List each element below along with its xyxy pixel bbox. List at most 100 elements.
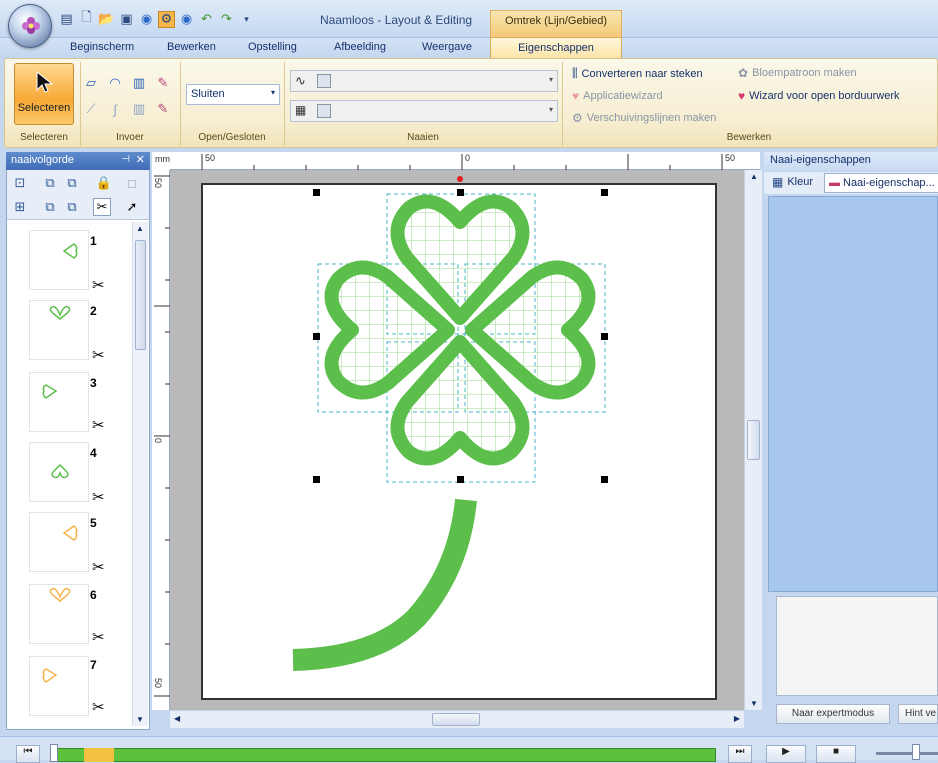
go-to-start-button[interactable]: ⏮ [16,745,40,763]
tab-weergave[interactable]: Weergave [422,41,472,53]
brush-input-icon[interactable]: ✎ [154,100,172,118]
open-closed-select[interactable]: Sluiten ▾ [186,84,280,105]
ruler-label: 50 [153,678,163,689]
scroll-down-icon[interactable]: ▼ [136,715,144,724]
merge-icon[interactable]: ⧉ [41,198,59,216]
scroll-up-icon[interactable]: ▲ [750,172,758,181]
line-sew-type-select[interactable]: ∿ ▾ [290,70,558,92]
applique-wizard-label: Applicatiewizard [583,90,663,102]
sewing-order-item[interactable] [29,584,89,644]
pointer-icon[interactable]: ➚ [123,198,141,216]
canvas-vertical-scrollbar[interactable]: ▲ ▼ [744,170,762,710]
canvas-horizontal-scrollbar[interactable]: ◀ ▶ [170,710,744,728]
curve-input-icon[interactable]: ◠ [106,74,124,92]
scrollbar-thumb[interactable] [747,420,760,460]
frame-icon[interactable]: ⊡ [11,174,29,192]
close-icon[interactable]: ✕ [136,153,145,166]
lock-icon[interactable]: 🔒 [95,174,113,192]
tab-afbeelding[interactable]: Afbeelding [334,41,386,53]
scissors-icon[interactable]: ✂ [93,198,111,216]
open-embroidery-wizard-button[interactable]: ♥ Wizard voor open borduurwerk [738,89,900,103]
expert-mode-button[interactable]: Naar expertmodus [776,704,890,724]
hint-area [776,596,938,696]
split-icon[interactable]: ⧉ [63,198,81,216]
scroll-right-icon[interactable]: ▶ [734,714,740,723]
chevron-down-icon: ▾ [270,88,275,97]
spline-input-icon[interactable]: ∫ [106,100,124,118]
scrollbar-thumb[interactable] [432,713,480,726]
open-embroidery-wizard-label: Wizard voor open borduurwerk [749,90,900,102]
polygon-input-icon[interactable]: ▱ [82,74,100,92]
ungroup-icon[interactable]: ⧉ [63,174,81,192]
hint-button[interactable]: Hint ve [898,704,938,724]
chevron-down-icon: ▾ [548,75,553,84]
progress-slider-thumb[interactable] [50,744,58,762]
sewing-order-number: 1 [90,234,97,248]
applique-wizard-button[interactable]: ♥ Applicatiewizard [572,89,663,103]
pen-input-icon[interactable]: ✎ [154,74,172,92]
sewing-order-item[interactable] [29,442,89,502]
tab-kleur-label: Kleur [787,176,814,188]
offset-lines-button[interactable]: ⚙ Verschuivingslijnen maken [572,111,716,125]
scroll-down-icon[interactable]: ▼ [750,699,758,708]
select-button-label: Selecteren [17,102,71,114]
line-input-icon[interactable]: ⟋ [82,100,100,118]
clover-leaves [324,194,596,466]
tab-bewerken[interactable]: Bewerken [167,41,216,53]
sew-properties-panel-title: Naai-eigenschappen [764,152,938,170]
pin-icon[interactable]: ⊣ [121,154,130,165]
speed-slider[interactable] [876,752,938,755]
color-swatch-icon [317,74,331,88]
sewing-order-item[interactable] [29,656,89,716]
gear-icon[interactable]: ⚙ [158,10,175,28]
convert-to-stitches-button[interactable]: ⫼ Converteren naar steken [572,66,703,81]
tab-beginscherm[interactable]: Beginscherm [70,41,134,53]
contextual-tab-group: Omtrek (Lijn/Gebied) [490,10,622,38]
group-label-selecteren: Selecteren [20,132,68,143]
open-icon[interactable]: 📂 [98,11,115,28]
offset-lines-label: Verschuivingslijnen maken [586,112,717,124]
customize-qat-icon[interactable]: ▾ [238,11,255,28]
sewing-order-scrollbar[interactable]: ▲ ▼ [132,222,148,726]
scroll-left-icon[interactable]: ◀ [174,714,180,723]
flower-pattern-button[interactable]: ✿ Bloempatroon maken [738,66,857,80]
undo-icon[interactable]: ↶ [198,11,215,28]
scissors-icon: ✂ [92,347,105,364]
unit-label: mm [155,154,170,164]
save-icon[interactable]: ▣ [118,11,135,28]
tab-sew-properties[interactable]: ▬ Naai-eigenschap... [824,173,938,193]
application-menu-button[interactable] [8,4,52,48]
rotate-handle[interactable] [457,176,463,182]
tab-opstelling[interactable]: Opstelling [248,41,297,53]
sew-properties-tabs: ▦ Kleur ▬ Naai-eigenschap... [764,172,938,194]
layout-icon[interactable]: ▤ [58,11,75,28]
sewing-order-item[interactable] [29,300,89,360]
sewing-order-item[interactable] [29,230,89,290]
heart-up-icon [49,587,71,602]
sewing-order-item[interactable] [29,372,89,432]
grid-input-icon[interactable]: ▥ [130,100,148,118]
tab-kleur[interactable]: ▦ Kleur [772,175,813,189]
scroll-up-icon[interactable]: ▲ [136,224,144,233]
scrollbar-thumb[interactable] [135,240,146,350]
point-input-icon[interactable]: ▥ [130,74,148,92]
redo-icon[interactable]: ↷ [218,11,235,28]
tab-eigenschappen[interactable]: Eigenschappen [490,37,622,59]
play-button[interactable]: ▶ [766,745,806,763]
group-icon[interactable]: ⧉ [41,174,59,192]
circle-icon[interactable]: ◉ [178,11,195,28]
square-icon[interactable]: □ [123,174,141,192]
new-icon[interactable]: 🗋 [78,9,95,28]
go-to-end-button[interactable]: ⏭ [728,745,752,763]
select-button[interactable]: Selecteren [14,63,74,125]
ruler-label: 0 [153,438,163,444]
stop-button[interactable]: ■ [816,745,856,763]
group-label-invoer: Invoer [116,132,144,143]
sort-icon[interactable]: ⊞ [11,198,29,216]
circle-icon[interactable]: ◉ [138,11,155,28]
heart-left-icon [62,243,78,259]
clover-design[interactable] [201,170,744,710]
speed-slider-thumb[interactable] [912,744,920,760]
sewing-order-item[interactable] [29,512,89,572]
region-sew-type-select[interactable]: ▦ ▾ [290,100,558,122]
